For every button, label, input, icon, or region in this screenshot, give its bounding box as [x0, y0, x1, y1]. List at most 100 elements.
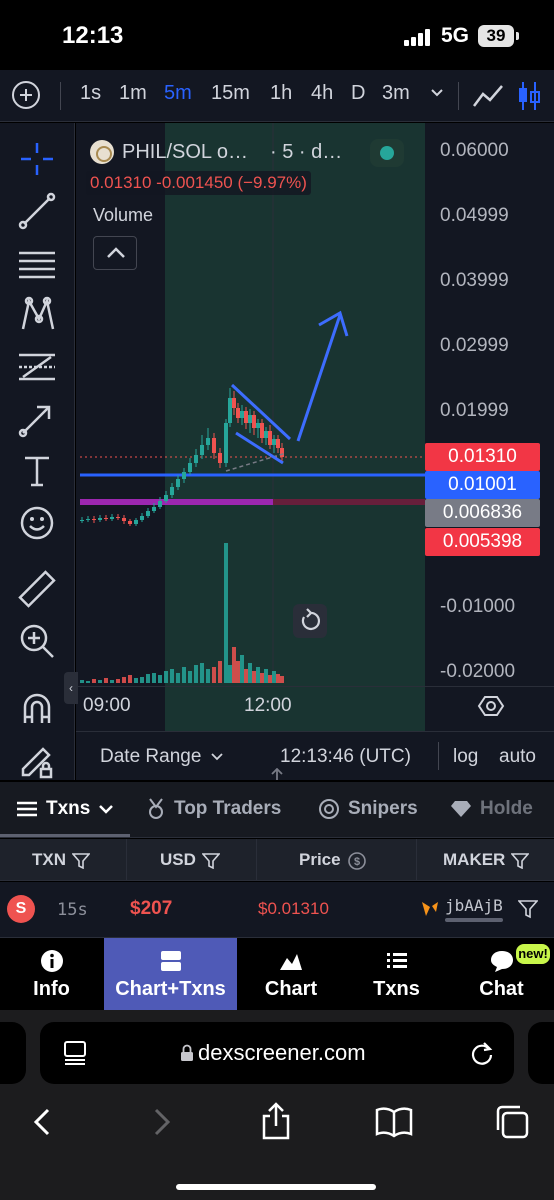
previous-tab-edge[interactable] [0, 1022, 26, 1084]
crosshair-icon[interactable] [15, 137, 59, 181]
line-chart-type-icon[interactable] [472, 82, 504, 110]
tab-snipers[interactable]: Snipers [318, 798, 418, 820]
currency-toggle-icon[interactable]: $ [347, 851, 367, 871]
zoom-in-icon[interactable] [15, 619, 59, 663]
candle-body [260, 423, 264, 438]
candle-body [272, 439, 276, 445]
table-row[interactable]: S 15s $207 $0.01310 jbAAjB [0, 882, 554, 938]
bookmarks-icon[interactable] [374, 1102, 414, 1142]
text-tool-icon[interactable] [15, 449, 59, 493]
volume-bar [248, 663, 252, 683]
fib-retracement-icon[interactable] [15, 345, 59, 389]
timeframe-1h[interactable]: 1h [270, 82, 292, 105]
price-chart[interactable]: PHIL/SOL o… · 5 · d… 0.01310 -0.001450 (… [76, 123, 554, 780]
divider [458, 82, 459, 110]
back-icon[interactable] [22, 1102, 62, 1142]
emoji-icon[interactable] [15, 501, 59, 545]
tab-snipers-label: Snipers [348, 798, 418, 819]
timeframe-d[interactable]: D [351, 82, 365, 105]
add-symbol-icon[interactable] [12, 81, 40, 109]
target-icon [319, 799, 339, 819]
lock-drawing-icon[interactable] [15, 739, 59, 783]
auto-scale-toggle[interactable]: auto [499, 746, 536, 768]
tab-holders[interactable]: Holde [450, 798, 533, 820]
timeframe-3m[interactable]: 3m [382, 82, 410, 105]
nav-chart[interactable]: Chart [238, 938, 344, 1010]
log-scale-toggle[interactable]: log [453, 746, 478, 768]
column-txn[interactable]: TXN [0, 839, 127, 881]
volume-bar [240, 655, 244, 683]
timeframe-1s[interactable]: 1s [80, 82, 101, 105]
volume-bar [194, 665, 198, 683]
tab-txns-label: Txns [46, 798, 91, 819]
column-maker[interactable]: MAKER [417, 839, 554, 881]
sell-badge: S [7, 895, 35, 923]
volume-bar [236, 661, 240, 683]
date-range-button[interactable]: Date Range [100, 746, 223, 768]
price-axis-tick: -0.02000 [440, 661, 516, 682]
filter-icon[interactable] [511, 852, 530, 869]
arrow-tool-icon[interactable] [15, 397, 59, 441]
reset-chart-button[interactable] [293, 604, 327, 638]
status-time: 12:13 [62, 22, 124, 49]
pattern-icon[interactable] [15, 293, 59, 337]
timeframe-15m[interactable]: 15m [211, 82, 250, 105]
volume-bar [252, 671, 256, 683]
collapse-toolbar-button[interactable]: ‹ [64, 672, 78, 704]
pair-header[interactable]: PHIL/SOL o… · 5 · d… [90, 139, 342, 165]
diamond-icon [451, 801, 471, 817]
volume-bar [188, 671, 192, 683]
column-price[interactable]: Price $ [257, 839, 417, 881]
volume-bar [224, 543, 228, 683]
column-usd[interactable]: USD [127, 839, 257, 881]
address-bar[interactable]: dexscreener.com [40, 1022, 514, 1084]
candle-body [98, 518, 102, 520]
volume-bar [206, 669, 210, 683]
nav-info[interactable]: Info [0, 938, 103, 1010]
list-icon [386, 953, 407, 968]
chart-settings-icon[interactable] [477, 692, 505, 720]
price-axis-tick: -0.01000 [440, 596, 516, 617]
magnet-icon[interactable] [15, 687, 59, 731]
next-tab-edge[interactable] [528, 1022, 554, 1084]
bottom-nav: Info Chart+Txns Chart Txns Chat [0, 938, 554, 1010]
filter-icon[interactable] [72, 852, 90, 869]
timeframe-1m[interactable]: 1m [119, 82, 147, 105]
nav-chart-txns[interactable]: Chart+Txns [104, 938, 237, 1010]
tab-top-traders[interactable]: Top Traders [146, 798, 281, 820]
maker-address-link[interactable]: jbAAjB [445, 896, 503, 915]
volume-bar [128, 675, 132, 683]
collapse-legend-button[interactable] [93, 236, 137, 270]
candle-body [158, 501, 162, 507]
tab-txns[interactable]: Txns [16, 798, 114, 820]
candle-body [146, 511, 150, 516]
timeframe-4h[interactable]: 4h [311, 82, 333, 105]
horizontal-lines-icon[interactable] [15, 241, 59, 285]
candle-chart-type-icon[interactable] [516, 80, 542, 112]
ruler-icon[interactable] [15, 567, 59, 611]
filter-icon[interactable] [518, 899, 538, 919]
trader-icon [422, 902, 438, 916]
chevron-down-icon[interactable] [430, 86, 444, 100]
volume-bar [232, 647, 236, 683]
share-icon[interactable] [256, 1102, 296, 1142]
last-price-tag: 0.01310 [425, 443, 540, 471]
trend-line-icon[interactable] [15, 189, 59, 233]
nav-txns[interactable]: Txns [345, 938, 448, 1010]
tab-top-traders-label: Top Traders [174, 798, 282, 819]
timeframe-5m[interactable]: 5m [164, 82, 192, 105]
volume-bar [182, 667, 186, 683]
reader-icon[interactable] [62, 1040, 88, 1066]
volume-bar [268, 675, 272, 683]
nav-info-label: Info [33, 978, 70, 1000]
reload-icon[interactable] [468, 1039, 496, 1067]
volume-bar [176, 673, 180, 683]
tabs-icon[interactable] [492, 1102, 532, 1142]
data-tabs: Txns Top Traders Snipers Holde [0, 782, 554, 838]
forward-icon[interactable] [142, 1102, 182, 1142]
volume-bar [244, 669, 248, 683]
chat-icon [490, 951, 513, 972]
volume-bar [256, 667, 260, 683]
lock-icon [181, 1044, 193, 1061]
filter-icon[interactable] [201, 852, 220, 869]
